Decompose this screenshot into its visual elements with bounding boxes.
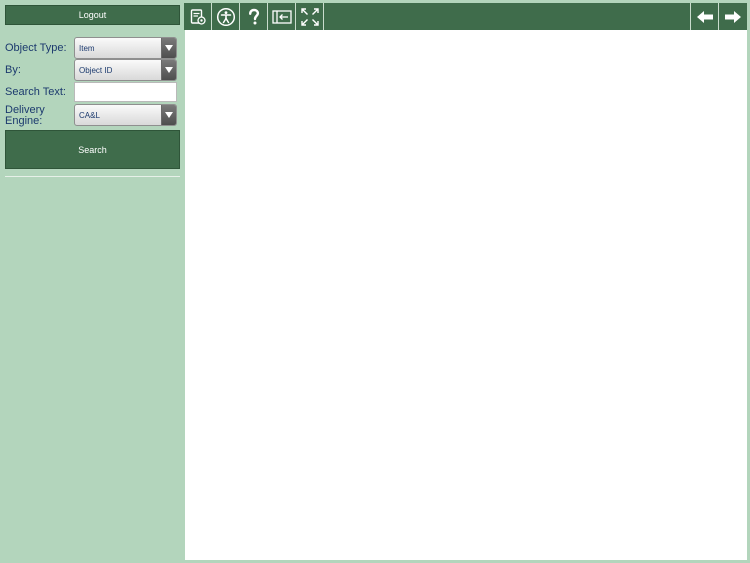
help-button[interactable] bbox=[240, 3, 268, 30]
chevron-down-icon[interactable] bbox=[161, 38, 176, 58]
toolbar bbox=[184, 3, 747, 30]
search-button[interactable]: Search bbox=[5, 130, 180, 169]
accessibility-button[interactable] bbox=[212, 3, 240, 30]
sidebar-divider bbox=[5, 176, 180, 177]
back-button[interactable] bbox=[690, 3, 718, 30]
arrow-right-icon bbox=[724, 10, 741, 23]
content-panel bbox=[185, 30, 747, 560]
help-icon bbox=[248, 8, 259, 24]
object-type-select[interactable]: Item bbox=[74, 37, 177, 59]
arrow-left-icon bbox=[696, 10, 713, 23]
by-select[interactable]: Object ID bbox=[74, 59, 177, 81]
sidebar: Logout Object Type: Item By: Object ID S… bbox=[0, 0, 184, 563]
delivery-engine-label-line2: Engine: bbox=[5, 115, 43, 127]
split-view-button[interactable] bbox=[268, 3, 296, 30]
search-text-label: Search Text: bbox=[5, 86, 66, 98]
logout-button[interactable]: Logout bbox=[5, 5, 180, 25]
delivery-engine-value: CA&L bbox=[79, 110, 100, 120]
accessibility-icon bbox=[216, 7, 235, 26]
by-label: By: bbox=[5, 64, 21, 76]
by-value: Object ID bbox=[79, 65, 113, 75]
delivery-engine-label: Delivery Engine: bbox=[5, 105, 45, 127]
object-type-value: Item bbox=[79, 43, 95, 53]
object-type-label: Object Type: bbox=[5, 42, 67, 54]
search-text-input[interactable] bbox=[74, 82, 177, 102]
fullscreen-icon bbox=[300, 7, 319, 26]
delivery-engine-select[interactable]: CA&L bbox=[74, 104, 177, 126]
document-settings-icon bbox=[190, 8, 206, 25]
document-settings-button[interactable] bbox=[184, 3, 212, 30]
split-view-icon bbox=[271, 9, 292, 24]
forward-button[interactable] bbox=[718, 3, 746, 30]
chevron-down-icon[interactable] bbox=[161, 105, 176, 125]
fullscreen-button[interactable] bbox=[296, 3, 324, 30]
chevron-down-icon[interactable] bbox=[161, 60, 176, 80]
